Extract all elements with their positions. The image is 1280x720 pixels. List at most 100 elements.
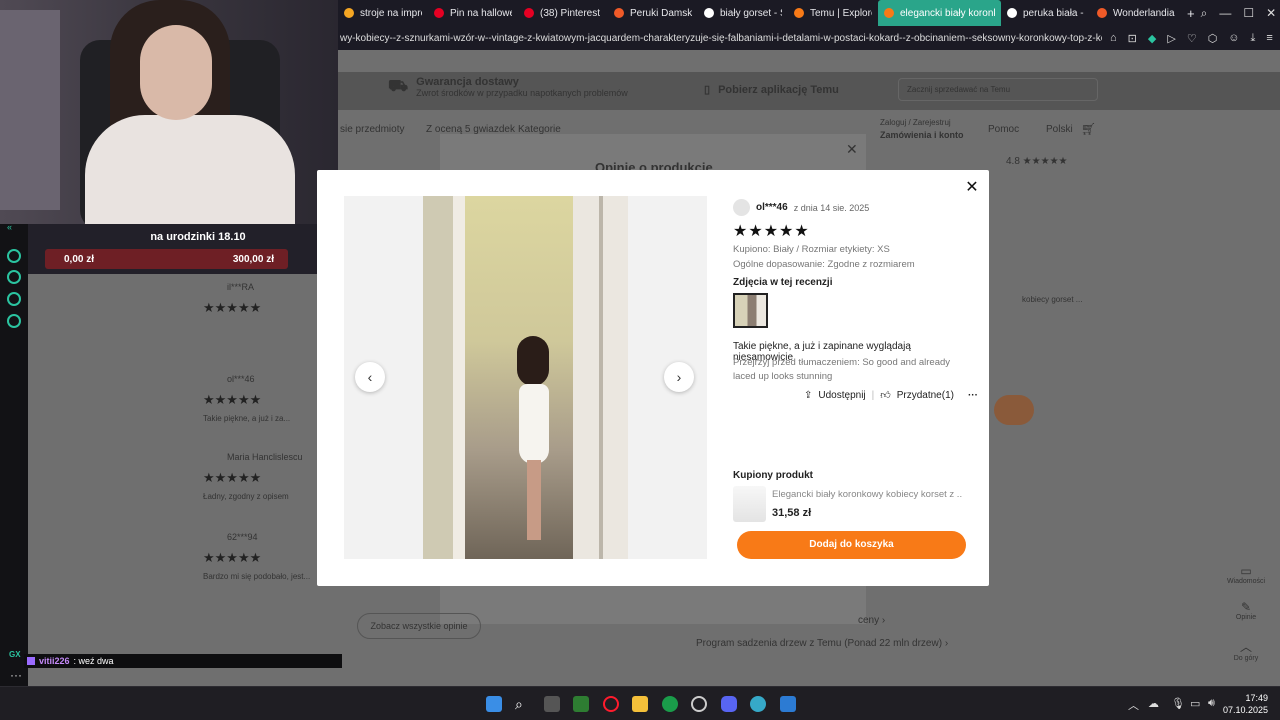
- browser-tab[interactable]: Wonderlandia p: [1091, 0, 1181, 26]
- review-actions: ⇪ Udostępnij | 👍︎ Przydatne(1) ···: [804, 389, 978, 402]
- folder-icon[interactable]: [632, 696, 648, 712]
- back-to-top[interactable]: ︿ Do góry: [1226, 638, 1266, 662]
- browser-tab[interactable]: peruka biała - S: [1001, 0, 1091, 26]
- url-field[interactable]: wy-kobiecy--z-sznurkami-wzór-w--vintage-…: [340, 33, 1102, 44]
- minimize-icon[interactable]: —: [1219, 6, 1231, 21]
- chat-username[interactable]: vitii226: [39, 656, 70, 666]
- play-icon[interactable]: ▷: [1167, 32, 1175, 45]
- app-pen-icon[interactable]: [573, 696, 589, 712]
- app-paint-icon[interactable]: [780, 696, 796, 712]
- reviews-label: Opinie: [1235, 614, 1257, 621]
- share-icon[interactable]: [7, 292, 21, 306]
- next-photo-button[interactable]: ›: [664, 362, 694, 392]
- play-circle-icon[interactable]: [7, 249, 21, 263]
- get-app-link[interactable]: ▯ Pobierz aplikację Temu: [704, 83, 839, 97]
- search-icon[interactable]: ⌕: [515, 696, 531, 712]
- vpn-icon[interactable]: ◆: [1148, 32, 1156, 45]
- behind-snippet: kobiecy gorset ...: [1022, 295, 1083, 304]
- download-icon[interactable]: ⤓: [1251, 32, 1256, 45]
- tab-favicon-icon: [1097, 8, 1107, 18]
- review-photo-thumbnail[interactable]: [733, 293, 768, 328]
- behind-review-item: Maria Hanclislescu ★★★★★ Ładny, zgodny z o…: [203, 452, 333, 501]
- extensions-icon[interactable]: ⬡: [1208, 32, 1218, 45]
- edit-icon: ✎: [1240, 600, 1252, 614]
- mic-icon[interactable]: 🎙︎: [1171, 697, 1185, 710]
- behind-review-text: Takie piękne, a już i za...: [203, 414, 291, 423]
- browser-tab[interactable]: Peruki Damskie: [608, 0, 698, 26]
- maximize-icon[interactable]: ☐: [1243, 6, 1254, 21]
- webcam-body: [85, 115, 295, 224]
- donation-goal-widget: na urodzinki 18.10 0,00 zł 300,00 zł: [28, 224, 338, 274]
- add-to-cart-button[interactable]: Dodaj do koszyka: [737, 531, 966, 559]
- browser-tab[interactable]: elegancki biały koronkow: [878, 0, 1001, 26]
- prices-link[interactable]: ceny ›: [858, 615, 885, 626]
- task-view-icon[interactable]: [544, 696, 560, 712]
- tab-label: Wonderlandia p: [1113, 7, 1175, 19]
- network-icon[interactable]: ▭: [1190, 697, 1200, 710]
- browser-tab[interactable]: (38) Pinterest: [518, 0, 608, 26]
- behind-review-stars: ★★★★★: [203, 300, 262, 315]
- tab-favicon-icon: [434, 8, 444, 18]
- gx-label: GX: [9, 650, 21, 659]
- opera-gx-icon[interactable]: [603, 696, 619, 712]
- see-all-reviews-button[interactable]: Zobacz wszystkie opinie: [357, 613, 481, 639]
- screenshot-icon[interactable]: ⊡: [1128, 32, 1137, 45]
- discord-icon[interactable]: [721, 696, 737, 712]
- new-tab-button[interactable]: +: [1181, 0, 1201, 26]
- clock-icon[interactable]: [7, 270, 21, 284]
- product-name[interactable]: Elegancki biały koronkowy kobiecy korset…: [772, 489, 962, 500]
- photo-door-frame: [453, 196, 465, 559]
- rating-summary: 4.8 ★★★★★: [1006, 156, 1068, 167]
- profile-icon[interactable]: ☺: [1228, 32, 1239, 45]
- more-options-icon[interactable]: ···: [968, 390, 978, 401]
- product-thumbnail[interactable]: [733, 486, 766, 522]
- browser-tab[interactable]: biały gorset - S: [698, 0, 788, 26]
- start-icon[interactable]: [486, 696, 502, 712]
- reviews-rail-item[interactable]: ✎ Opinie: [1226, 600, 1266, 621]
- messages-rail-item[interactable]: ▭ Wiadomości: [1226, 564, 1266, 585]
- helpful-button[interactable]: Przydatne(1): [897, 390, 954, 401]
- settings-icon[interactable]: [7, 314, 21, 328]
- browser-tab[interactable]: Temu | Explore: [788, 0, 878, 26]
- nav-item-items[interactable]: sie przedmioty: [340, 124, 404, 135]
- account-top[interactable]: Zaloguj / Zarejestruj: [880, 118, 951, 127]
- sell-on-temu-button[interactable]: Zacznij sprzedawać na Temu: [898, 78, 1098, 101]
- more-dots-icon[interactable]: ···: [10, 668, 22, 682]
- tab-favicon-icon: [884, 8, 894, 18]
- heart-icon[interactable]: ♡: [1187, 32, 1197, 45]
- tab-label: Temu | Explore: [810, 7, 872, 19]
- bookmark-icon[interactable]: ⌂: [1110, 32, 1117, 45]
- tray-chevron-up-icon[interactable]: ︿: [1128, 697, 1139, 713]
- review-original-text[interactable]: Przejrzyj przed tłumaczeniem: So good an…: [733, 356, 963, 384]
- menu-icon[interactable]: ≡: [1266, 32, 1272, 45]
- browser-tab[interactable]: Pin na hallowe: [428, 0, 518, 26]
- tree-program-link[interactable]: Program sadzenia drzew z Temu (Ponad 22 …: [696, 638, 948, 649]
- language-link[interactable]: Polski: [1046, 124, 1073, 135]
- thumbs-up-icon[interactable]: 👍︎: [880, 389, 890, 401]
- tab-label: (38) Pinterest: [540, 7, 601, 19]
- stream-sidebar: «: [0, 222, 28, 686]
- chrome-icon[interactable]: [662, 696, 678, 712]
- close-icon[interactable]: ✕: [962, 178, 982, 198]
- search-tabs-icon[interactable]: ⌕: [1201, 6, 1208, 21]
- chat-text: : weź dwa: [73, 656, 114, 666]
- delivery-guarantee[interactable]: ⛟ Gwarancja dostawy Zwrot środków w przy…: [388, 76, 628, 98]
- behind-close-icon[interactable]: ✕: [846, 141, 858, 158]
- volume-icon[interactable]: 🔊︎: [1208, 697, 1215, 710]
- app-globe-icon[interactable]: [750, 696, 766, 712]
- behind-review-item: 62***94 ★★★★★ Bardzo mi się podobało, jest…: [203, 532, 333, 581]
- browser-tab[interactable]: stroje na impre: [338, 0, 428, 26]
- cart-icon[interactable]: 🛒︎: [1081, 122, 1096, 136]
- share-button[interactable]: Udostępnij: [818, 390, 865, 401]
- prev-photo-button[interactable]: ‹: [355, 362, 385, 392]
- steam-icon[interactable]: [691, 696, 707, 712]
- tab-label: stroje na impre: [360, 7, 422, 19]
- cloud-icon[interactable]: ☁: [1148, 697, 1159, 710]
- collapse-icon[interactable]: «: [7, 222, 21, 236]
- close-window-icon[interactable]: ✕: [1266, 6, 1276, 21]
- clock[interactable]: 17:49 07.10.2025: [1223, 692, 1268, 716]
- truck-icon: ⛟: [388, 78, 409, 95]
- account-bottom[interactable]: Zamówienia i konto: [880, 130, 964, 140]
- share-icon[interactable]: ⇪: [804, 390, 812, 401]
- help-link[interactable]: Pomoc: [988, 124, 1019, 135]
